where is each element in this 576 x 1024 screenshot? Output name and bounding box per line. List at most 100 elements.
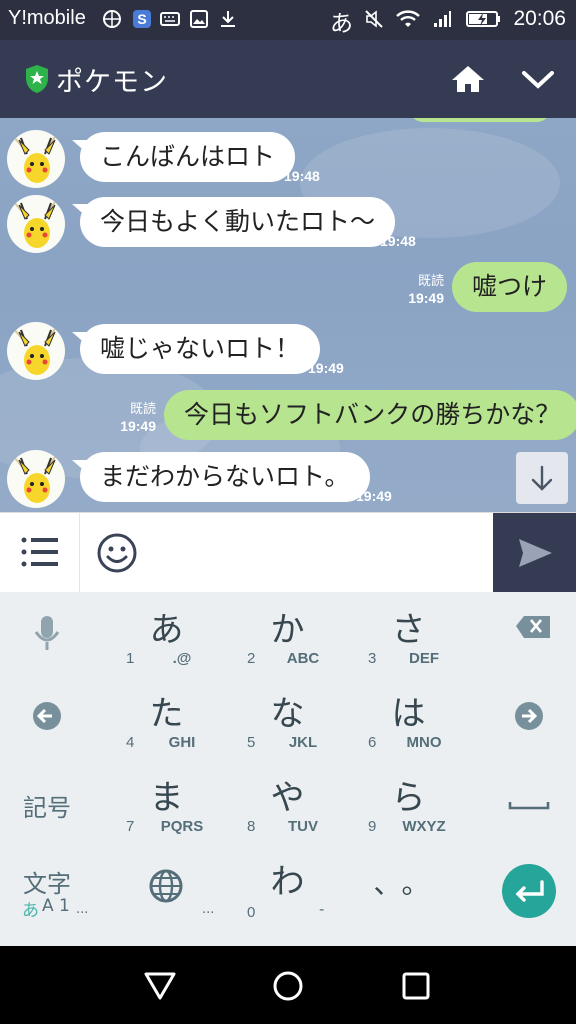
key-number: 0 — [247, 904, 256, 921]
message-time: 19:49 — [308, 360, 344, 376]
kana-label: か — [270, 610, 305, 650]
app-s-notification-icon: S — [133, 10, 151, 28]
message-bubble-incoming[interactable]: こんばんはロト — [80, 132, 296, 182]
more-indicator: ... — [202, 902, 215, 917]
avatar[interactable] — [7, 195, 65, 253]
kana-label: ま — [149, 778, 184, 818]
kana-key-ma[interactable]: ま 7 PQRS — [106, 760, 227, 844]
key-letters: GHI — [168, 734, 196, 751]
key-number: 1 — [126, 650, 135, 667]
kana-label: や — [270, 778, 305, 818]
clock: 20:06 — [513, 7, 566, 30]
kana-key-sa[interactable]: さ 3 DEF — [348, 592, 469, 676]
kana-label: あ — [149, 610, 184, 650]
circle-home-icon — [273, 971, 303, 1001]
kana-label: た — [149, 694, 184, 734]
home-button[interactable] — [446, 60, 490, 100]
message-bubble-incoming[interactable]: まだわからないロト。 — [80, 452, 370, 502]
kana-key-ha[interactable]: は 6 MNO — [348, 676, 469, 760]
arrow-left-circle-icon — [33, 702, 61, 730]
key-number: 7 — [126, 818, 135, 835]
cursor-left-key[interactable] — [0, 676, 94, 760]
wifi-icon — [396, 10, 420, 27]
kana-key-ta[interactable]: た 4 GHI — [106, 676, 227, 760]
message-input[interactable] — [150, 527, 480, 579]
japanese-flick-keyboard: 記号 文字 あ A 1 ... あ 1 .@ か 2 ABC さ 3 DEF た… — [0, 592, 576, 946]
pikachu-avatar-icon — [12, 325, 58, 375]
kana-label: ら — [391, 778, 426, 818]
message-input-bar — [0, 512, 576, 593]
kana-label: わ — [270, 862, 305, 902]
kana-key-ya[interactable]: や 8 TUV — [227, 760, 348, 844]
symbols-key[interactable]: 記号 — [0, 760, 94, 844]
emoji-button[interactable] — [96, 532, 138, 574]
recent-apps-button[interactable] — [396, 966, 436, 1006]
voice-input-key[interactable] — [0, 592, 94, 676]
kana-key-ka[interactable]: か 2 ABC — [227, 592, 348, 676]
ime-indicator: あ — [330, 11, 353, 37]
back-button[interactable] — [140, 966, 180, 1006]
carrier-label: Y!mobile — [8, 7, 86, 29]
more-indicator: ... — [76, 902, 89, 917]
arrow-down-icon — [531, 465, 553, 491]
message-bubble-incoming[interactable]: 嘘じゃないロト！ — [80, 324, 321, 374]
expand-menu-button[interactable] — [516, 60, 560, 100]
message-time: 19:49 — [356, 488, 392, 504]
key-number: 6 — [368, 734, 377, 751]
scroll-to-bottom-button[interactable] — [516, 452, 568, 504]
previous-message-bubble — [410, 118, 550, 122]
message-time: 19:48 — [284, 168, 320, 184]
key-number: 9 — [368, 818, 377, 835]
avatar[interactable] — [7, 450, 65, 508]
avatar[interactable] — [7, 130, 65, 188]
kana-key-ra[interactable]: ら 9 WXYZ — [348, 760, 469, 844]
message-bubble-incoming[interactable]: 今日もよく動いたロト～ — [80, 197, 396, 247]
punctuation-label: 、。 — [373, 867, 444, 900]
key-number: 8 — [247, 818, 256, 835]
key-letters: - — [319, 900, 325, 918]
backspace-key[interactable] — [482, 592, 576, 676]
enter-key[interactable] — [502, 864, 556, 918]
kana-label: な — [270, 694, 305, 734]
pikachu-avatar-icon — [12, 133, 58, 183]
cursor-right-key[interactable] — [482, 676, 576, 760]
pikachu-avatar-icon — [12, 453, 58, 503]
key-number: 2 — [247, 650, 256, 667]
space-key[interactable] — [482, 760, 576, 844]
list-menu-icon — [21, 537, 58, 567]
message-bubble-outgoing[interactable]: 今日もソフトバンクの勝ちかな？ — [164, 390, 576, 440]
input-mode-label: 文字 — [23, 870, 71, 898]
home-nav-button[interactable] — [268, 966, 308, 1006]
message-bubble-outgoing[interactable]: 嘘つけ — [452, 262, 568, 312]
globe-notification-icon — [103, 10, 121, 28]
menu-button[interactable] — [0, 513, 80, 593]
backspace-icon — [516, 616, 550, 638]
emoji-keyboard-key[interactable]: ... — [106, 844, 227, 928]
key-letters: JKL — [288, 734, 318, 751]
send-button[interactable] — [493, 513, 576, 593]
chat-title: ポケモン — [56, 67, 168, 98]
chat-header: ポケモン — [0, 40, 576, 118]
key-letters: PQRS — [160, 818, 204, 835]
download-notification-icon — [221, 11, 235, 27]
avatar[interactable] — [7, 322, 65, 380]
space-icon — [508, 802, 550, 810]
navigation-bar — [0, 946, 576, 1024]
arrow-right-circle-icon — [515, 702, 543, 730]
key-number: 3 — [368, 650, 377, 667]
input-mode-key[interactable]: 文字 あ A 1 ... — [0, 844, 94, 928]
key-letters: TUV — [288, 818, 318, 835]
kana-label: は — [391, 694, 426, 734]
smiley-icon — [97, 533, 137, 573]
kana-key-na[interactable]: な 5 JKL — [227, 676, 348, 760]
key-letters: .@ — [172, 650, 192, 667]
key-letters: DEF — [409, 650, 439, 667]
kana-key-a[interactable]: あ 1 .@ — [106, 592, 227, 676]
chat-history[interactable]: こんばんはロト 19:48 今日もよく動いたロト～ 19:48 既読 19:49… — [0, 118, 576, 512]
punctuation-key[interactable]: 、。 — [348, 844, 469, 928]
home-icon — [452, 66, 484, 92]
image-notification-icon — [190, 10, 208, 28]
kana-key-wa[interactable]: わ 0 - — [227, 844, 348, 928]
status-bar: Y!mobile S あ 20:06 — [0, 0, 576, 40]
pikachu-avatar-icon — [12, 198, 58, 248]
